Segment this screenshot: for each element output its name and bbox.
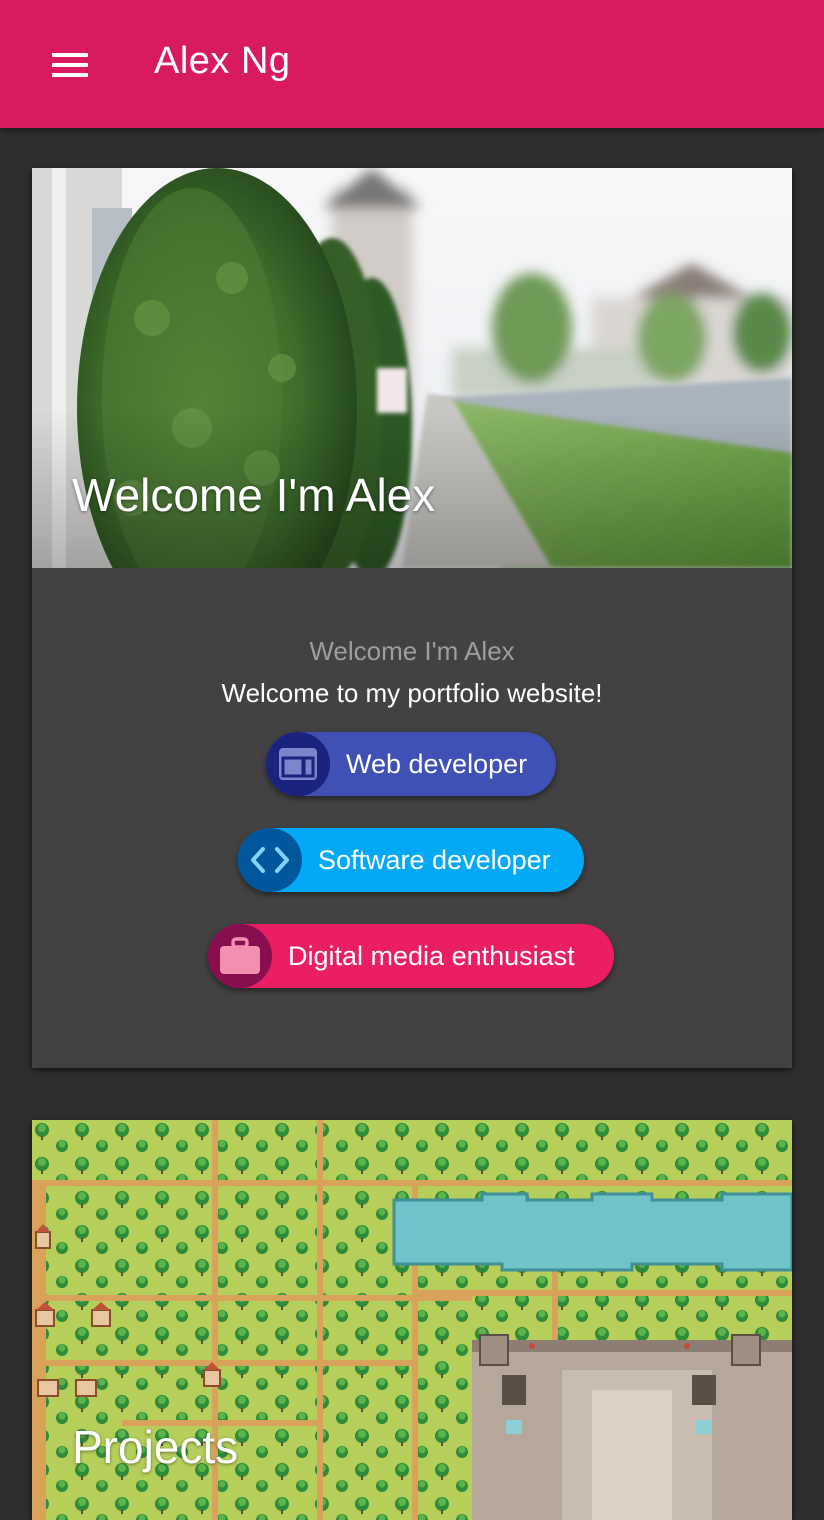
hero-image: Welcome I'm Alex	[32, 168, 792, 568]
projects-card: Projects	[32, 1120, 792, 1520]
welcome-card: Welcome I'm Alex Welcome I'm Alex Welcom…	[32, 168, 792, 1068]
app-title: Alex Ng	[154, 40, 291, 82]
briefcase-icon	[208, 924, 272, 988]
chip-label: Web developer	[346, 748, 528, 779]
chip-web-developer[interactable]: Web developer	[266, 732, 556, 796]
hero-title: Welcome I'm Alex	[72, 469, 436, 521]
code-brackets-icon	[238, 828, 302, 892]
hamburger-menu-icon[interactable]	[36, 38, 104, 92]
chip-digital-media-enthusiast[interactable]: Digital media enthusiast	[208, 924, 614, 988]
projects-title: Projects	[72, 1421, 239, 1473]
welcome-subtitle: Welcome I'm Alex	[309, 636, 515, 666]
welcome-tagline: Welcome to my portfolio website!	[221, 678, 603, 708]
welcome-card-content: Welcome I'm Alex Welcome to my portfolio…	[32, 568, 792, 1068]
app-bar: Alex Ng	[0, 0, 824, 128]
chip-software-developer[interactable]: Software developer	[238, 828, 584, 892]
chip-label: Software developer	[318, 844, 551, 875]
web-browser-icon	[266, 732, 330, 796]
chip-label: Digital media enthusiast	[288, 940, 575, 971]
